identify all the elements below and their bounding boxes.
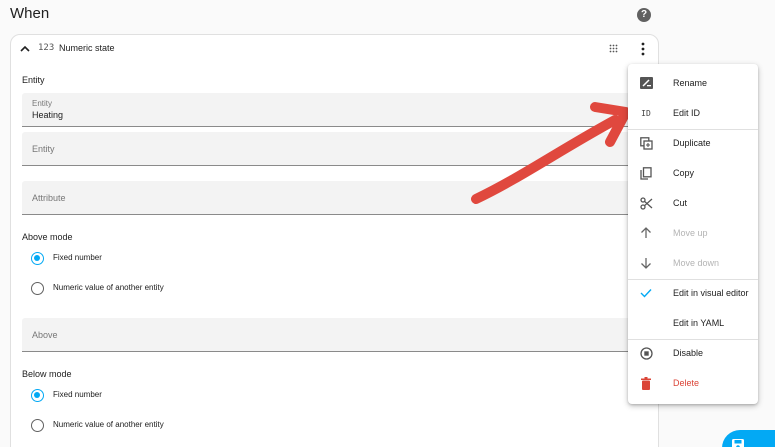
overflow-menu-icon[interactable] xyxy=(639,42,647,56)
radio-button[interactable] xyxy=(31,419,44,432)
menu-item-duplicate[interactable]: Duplicate xyxy=(628,128,758,158)
entity-field-heating[interactable]: Entity Heating xyxy=(22,93,642,127)
menu-item-rename[interactable]: Rename xyxy=(628,68,758,98)
overflow-menu: Rename ID Edit ID Duplicate Copy Cut Mov… xyxy=(628,64,758,404)
attribute-placeholder: Attribute xyxy=(32,193,66,203)
card-header[interactable]: 123 Numeric state xyxy=(11,35,658,63)
save-button[interactable] xyxy=(722,430,775,447)
menu-item-edit-visual[interactable]: Edit in visual editor xyxy=(628,278,758,308)
menu-item-label: Cut xyxy=(673,198,688,208)
chevron-up-icon[interactable] xyxy=(20,45,30,53)
entity-field-label: Entity xyxy=(32,99,53,108)
menu-item-label: Delete xyxy=(673,378,700,388)
above-input-field[interactable]: Above xyxy=(22,318,642,352)
above-mode-label: Above mode xyxy=(22,232,73,242)
numeric-type-icon: 123 xyxy=(38,43,55,53)
menu-item-label: Edit ID xyxy=(673,108,701,118)
entity-section-label: Entity xyxy=(22,75,45,85)
menu-item-label: Edit in visual editor xyxy=(673,288,749,298)
entity-placeholder: Entity xyxy=(32,144,55,154)
menu-item-label: Move down xyxy=(673,258,720,268)
menu-item-delete[interactable]: Delete xyxy=(628,368,758,398)
arrow-down-icon xyxy=(639,256,653,270)
drag-handle-icon[interactable] xyxy=(609,44,618,53)
menu-item-label: Move up xyxy=(673,228,708,238)
radio-label: Numeric value of another entity xyxy=(53,283,164,292)
stop-circle-icon xyxy=(639,346,653,360)
attribute-select-field[interactable]: Attribute xyxy=(22,181,642,215)
duplicate-icon xyxy=(639,136,653,150)
rename-icon xyxy=(639,76,653,90)
menu-item-label: Rename xyxy=(673,78,708,88)
radio-button[interactable] xyxy=(31,282,44,295)
scissors-icon xyxy=(639,196,653,210)
section-title: When xyxy=(10,5,50,22)
menu-item-label: Edit in YAML xyxy=(673,318,725,328)
radio-label: Numeric value of another entity xyxy=(53,420,164,429)
menu-item-edit-id[interactable]: ID Edit ID xyxy=(628,98,758,128)
arrow-up-icon xyxy=(639,226,653,240)
card-title: Numeric state xyxy=(59,43,115,53)
check-icon xyxy=(639,286,653,300)
menu-item-move-up[interactable]: Move up xyxy=(628,218,758,248)
copy-icon xyxy=(639,166,653,180)
radio-button[interactable] xyxy=(31,252,44,265)
menu-item-move-down[interactable]: Move down xyxy=(628,248,758,278)
menu-item-edit-yaml[interactable]: Edit in YAML xyxy=(628,308,758,338)
entity-field-value: Heating xyxy=(32,110,64,120)
help-icon[interactable]: ? xyxy=(637,8,651,22)
radio-label: Fixed number xyxy=(53,253,102,262)
radio-button[interactable] xyxy=(31,389,44,402)
id-icon: ID xyxy=(641,108,651,118)
trigger-card: 123 Numeric state Entity Entity Heating … xyxy=(10,34,659,447)
below-mode-label: Below mode xyxy=(22,369,72,379)
trash-icon xyxy=(639,376,653,390)
menu-item-cut[interactable]: Cut xyxy=(628,188,758,218)
above-placeholder: Above xyxy=(32,330,58,340)
menu-item-label: Disable xyxy=(673,348,704,358)
menu-item-label: Copy xyxy=(673,168,695,178)
menu-item-disable[interactable]: Disable xyxy=(628,338,758,368)
radio-label: Fixed number xyxy=(53,390,102,399)
menu-item-copy[interactable]: Copy xyxy=(628,158,758,188)
menu-item-label: Duplicate xyxy=(673,138,711,148)
save-icon xyxy=(732,439,744,447)
entity-select-field[interactable]: Entity xyxy=(22,132,642,166)
